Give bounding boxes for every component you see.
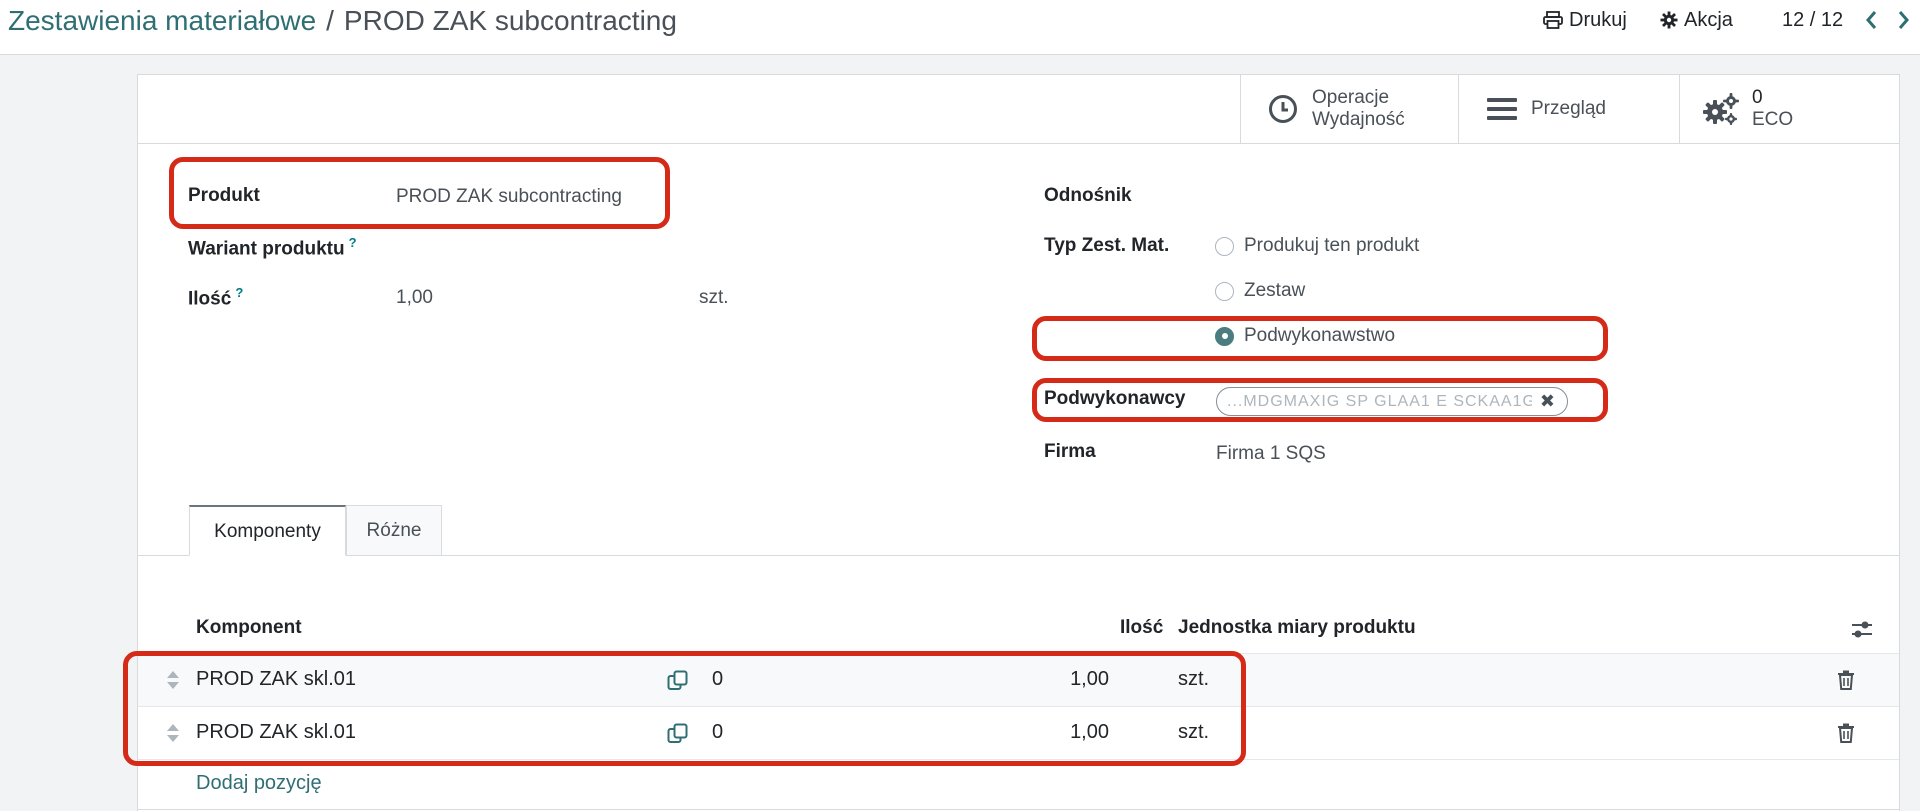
breadcrumb-parent-link[interactable]: Zestawienia materiałowe	[8, 5, 316, 36]
overview-button[interactable]: Przegląd	[1458, 75, 1679, 143]
quantity-label: Ilość?	[188, 285, 244, 310]
product-field[interactable]: PROD ZAK subcontracting	[396, 186, 622, 208]
table-bottom-border	[138, 809, 1899, 810]
bom-type-option-label: Podwykonawstwo	[1244, 325, 1396, 346]
chevron-right-icon[interactable]	[1891, 8, 1915, 32]
bom-type-option-kit[interactable]: Zestaw	[1215, 280, 1305, 302]
component-cell[interactable]: PROD ZAK skl.01	[196, 668, 356, 691]
subcontractor-tag[interactable]: ...MDGMAXIG SP GLAA1 E SCKAA1G... ✖	[1216, 387, 1568, 416]
uom-cell[interactable]: szt.	[1178, 668, 1209, 691]
action-button[interactable]: Akcja	[1660, 6, 1733, 34]
forecast-icon[interactable]	[667, 670, 688, 691]
radio-kit[interactable]	[1215, 281, 1234, 301]
quantity-help-icon[interactable]: ?	[235, 285, 243, 300]
reference-label: Odnośnik	[1044, 185, 1132, 206]
column-settings-icon[interactable]	[1851, 619, 1873, 641]
bom-type-option-subcontracting[interactable]: Podwykonawstwo	[1215, 325, 1395, 347]
quantity-uom[interactable]: szt.	[699, 287, 729, 309]
eco-count: 0	[1752, 87, 1763, 108]
company-field[interactable]: Firma 1 SQS	[1216, 443, 1326, 465]
table-row[interactable]: PROD ZAK skl.01 0 1,00 szt.	[138, 653, 1899, 706]
eco-button[interactable]: 0 ECO	[1679, 75, 1899, 143]
bars-icon	[1487, 98, 1517, 120]
column-header-uom[interactable]: Jednostka miary produktu	[1178, 617, 1416, 639]
stock-cell: 0	[712, 668, 724, 690]
chevron-left-icon[interactable]	[1860, 8, 1884, 32]
operations-efficiency-button[interactable]: Operacje Wydajność	[1240, 75, 1458, 143]
clock-icon	[1269, 95, 1297, 123]
breadcrumb-separator: /	[326, 5, 334, 36]
table-row[interactable]: PROD ZAK skl.01 0 1,00 szt.	[138, 706, 1899, 759]
quantity-field[interactable]: 1,00	[396, 287, 433, 309]
component-cell[interactable]: PROD ZAK skl.01	[196, 721, 356, 744]
drag-handle-icon[interactable]	[166, 722, 180, 744]
variant-help-icon[interactable]: ?	[349, 235, 357, 250]
gear-icon	[1660, 11, 1678, 29]
trash-icon[interactable]	[1837, 723, 1855, 743]
column-header-quantity[interactable]: Ilość	[1120, 617, 1163, 639]
radio-manufacture[interactable]	[1215, 236, 1234, 256]
subcontractors-label: Podwykonawcy	[1044, 388, 1186, 409]
action-label: Akcja	[1684, 9, 1733, 31]
forecast-icon[interactable]	[667, 723, 688, 744]
print-label: Drukuj	[1569, 9, 1627, 31]
bom-type-option-manufacture[interactable]: Produkuj ten produkt	[1215, 235, 1419, 257]
bom-type-option-label: Produkuj ten produkt	[1244, 235, 1420, 256]
trash-icon[interactable]	[1837, 670, 1855, 690]
bom-type-option-label: Zestaw	[1244, 280, 1306, 301]
subcontractor-tag-label: ...MDGMAXIG SP GLAA1 E SCKAA1G...	[1227, 392, 1532, 410]
uom-cell[interactable]: szt.	[1178, 721, 1209, 744]
variant-label: Wariant produktu?	[188, 235, 357, 260]
add-line-row	[138, 759, 1899, 809]
tab-components[interactable]: Komponenty	[189, 505, 346, 556]
overview-label: Przegląd	[1531, 98, 1606, 119]
operations-label: Operacje	[1312, 87, 1390, 108]
remove-tag-icon[interactable]: ✖	[1540, 391, 1555, 412]
add-line-link[interactable]: Dodaj pozycję	[196, 772, 322, 795]
print-button[interactable]: Drukuj	[1543, 6, 1627, 34]
breadcrumb: Zestawienia materiałowe / PROD ZAK subcont…	[8, 3, 677, 39]
quantity-cell[interactable]: 1,00	[1070, 721, 1109, 744]
quantity-cell[interactable]: 1,00	[1070, 668, 1109, 691]
product-label: Produkt	[188, 185, 260, 206]
gears-icon	[1703, 93, 1739, 125]
company-label: Firma	[1044, 441, 1096, 462]
tab-misc[interactable]: Różne	[346, 505, 442, 556]
breadcrumb-current: PROD ZAK subcontracting	[343, 5, 677, 36]
drag-handle-icon[interactable]	[166, 669, 180, 691]
form-sheet: Operacje Wydajność Przegląd 0 ECO Produk…	[137, 74, 1900, 811]
eco-label: ECO	[1752, 109, 1794, 130]
smart-button-bar: Operacje Wydajność Przegląd 0 ECO	[138, 75, 1899, 144]
pager-value[interactable]: 12 / 12	[1782, 6, 1843, 34]
column-header-component[interactable]: Komponent	[196, 617, 302, 639]
efficiency-label: Wydajność	[1312, 109, 1405, 130]
radio-subcontracting[interactable]	[1215, 326, 1234, 346]
bom-type-label: Typ Zest. Mat.	[1044, 235, 1170, 256]
control-panel: Zestawienia materiałowe / PROD ZAK subcont…	[0, 0, 1920, 55]
stock-cell: 0	[712, 721, 724, 743]
printer-icon	[1543, 11, 1563, 29]
